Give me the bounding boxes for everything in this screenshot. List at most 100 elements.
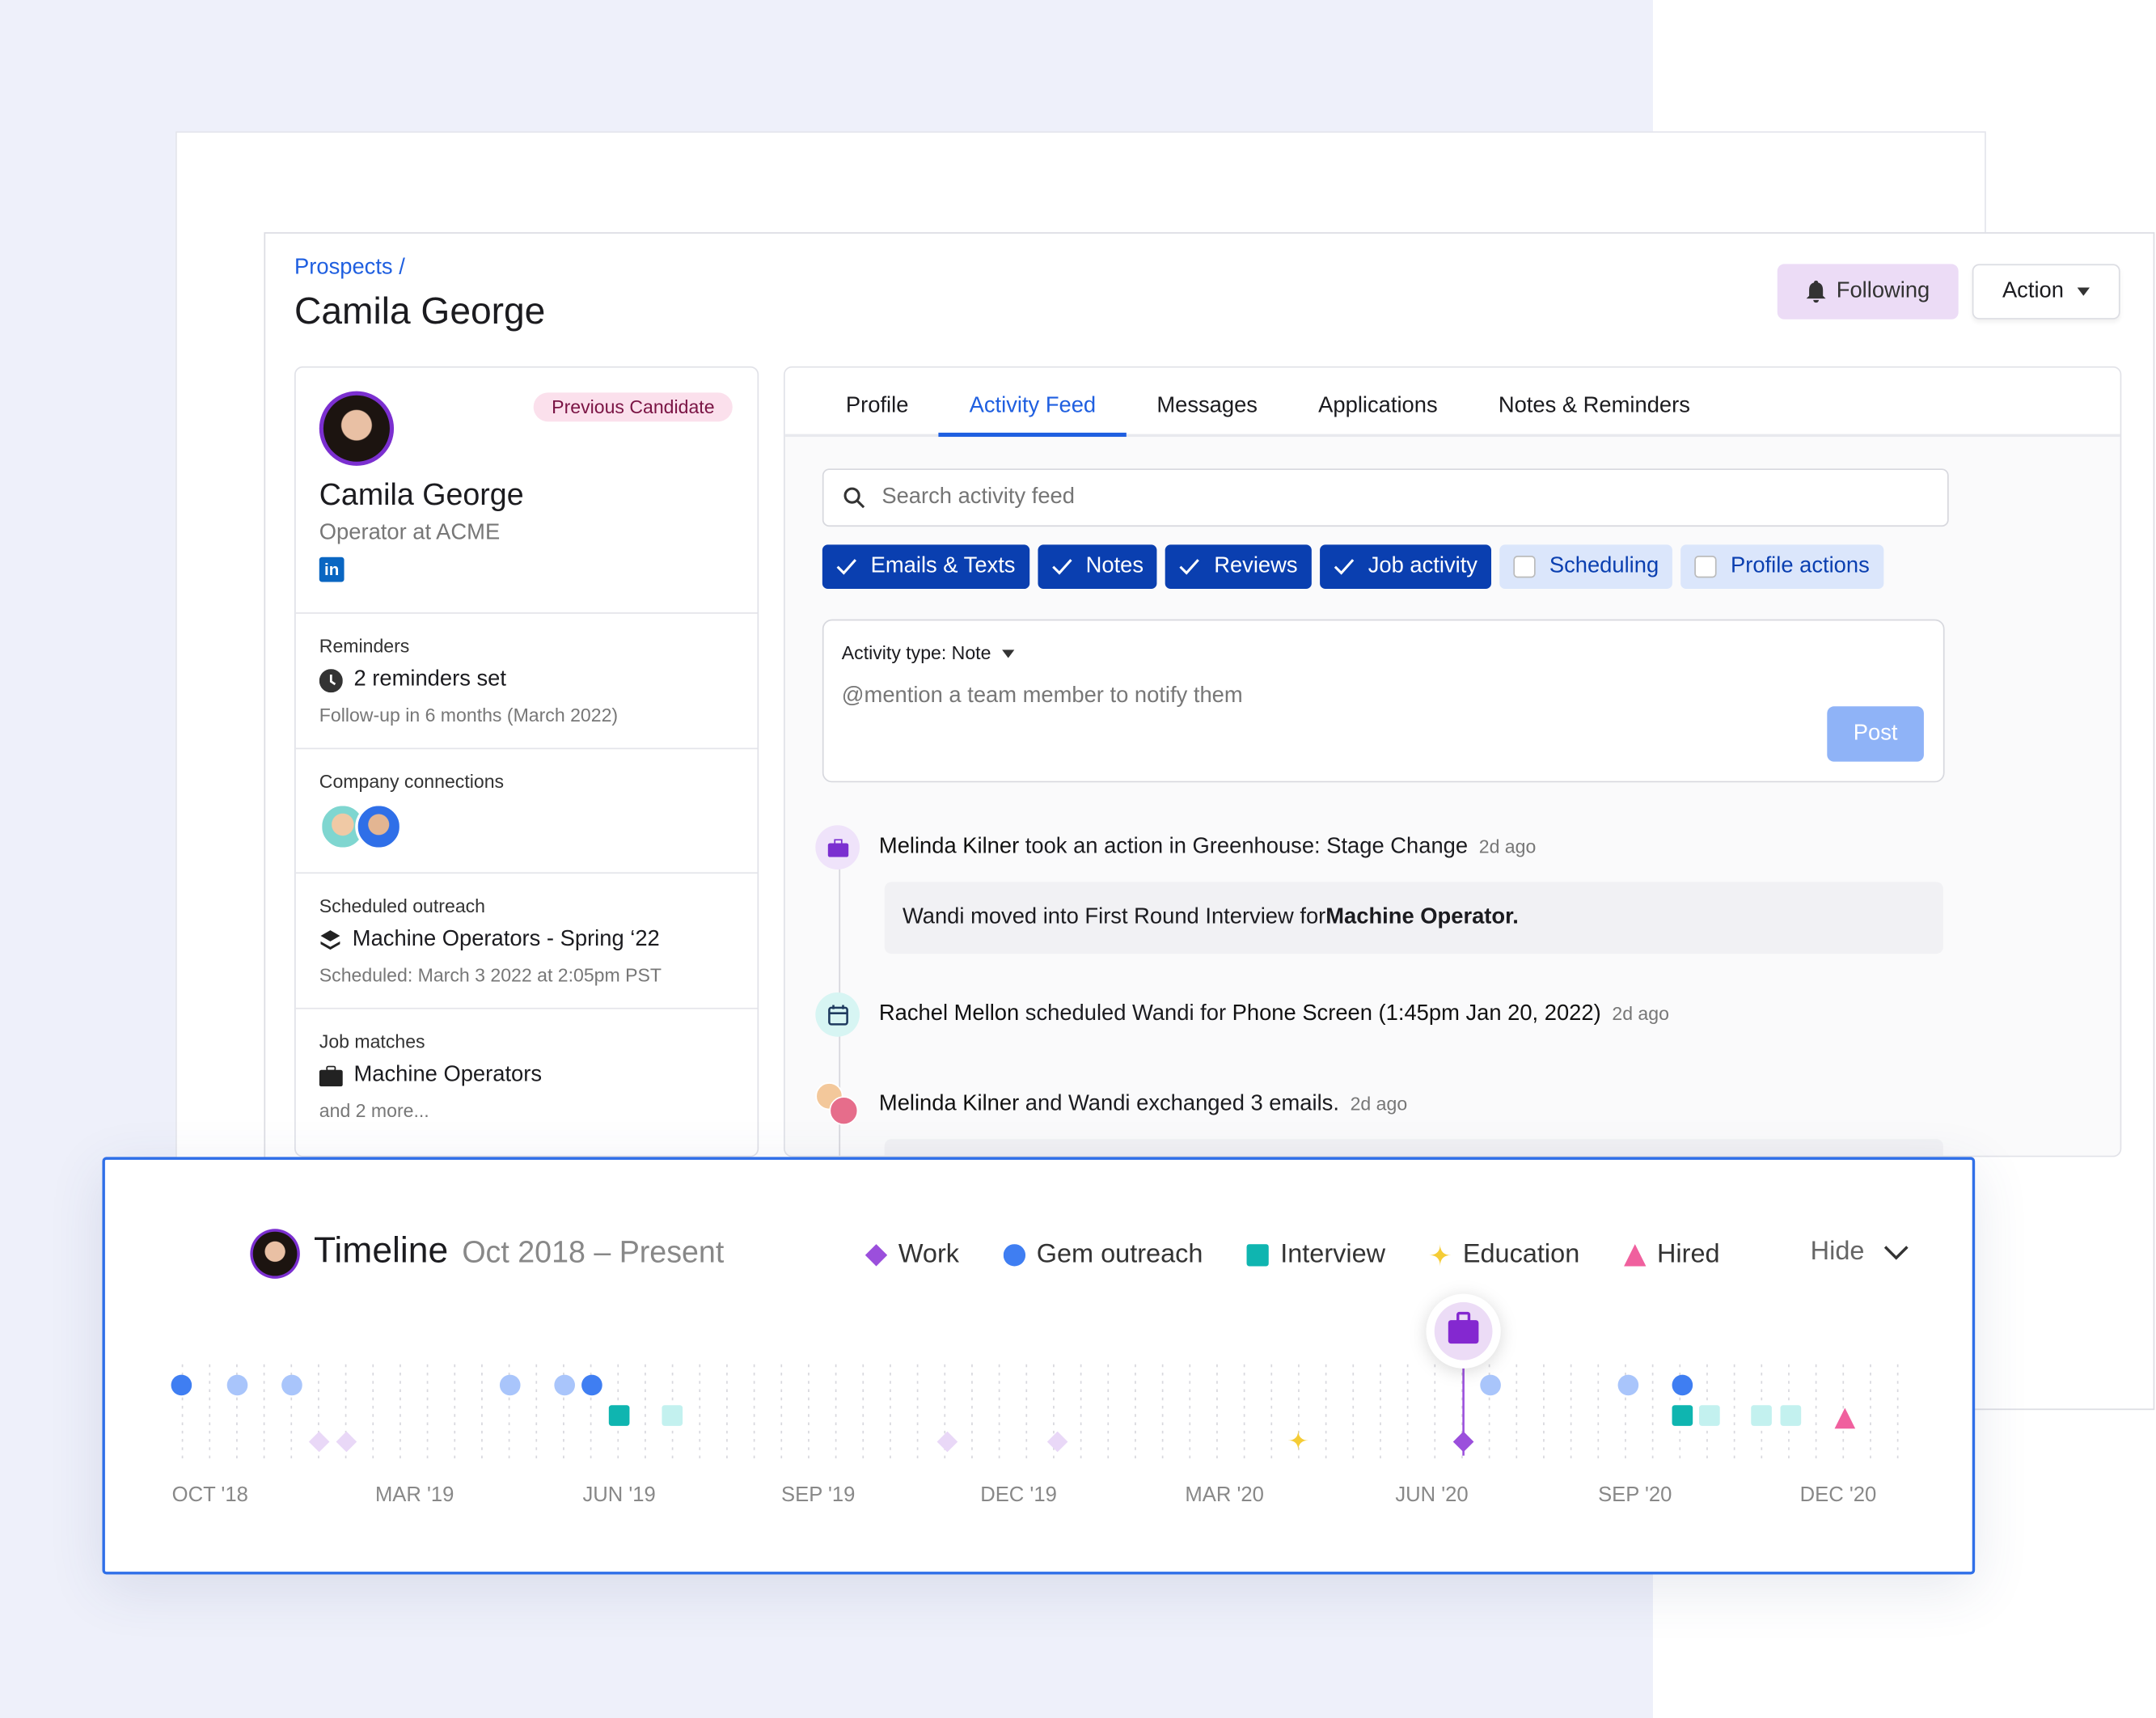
x-tick-label: SEP '20 (1598, 1483, 1672, 1506)
check-icon (836, 559, 857, 575)
reminders-section: Reminders 2 reminders set Follow-up in 6… (295, 612, 758, 747)
reminders-sub: Follow-up in 6 months (March 2022) (319, 705, 619, 726)
legend-item[interactable]: Interview (1247, 1240, 1385, 1271)
event-work[interactable] (936, 1431, 958, 1453)
briefcase-icon (1448, 1320, 1479, 1344)
event-work[interactable] (1452, 1431, 1474, 1453)
x-tick-label: DEC '20 (1800, 1483, 1877, 1506)
event-interview[interactable] (662, 1405, 683, 1426)
filter-chip[interactable]: Profile actions (1680, 544, 1883, 590)
event-work[interactable] (308, 1431, 330, 1453)
check-icon (1051, 559, 1072, 575)
event-gem-outreach[interactable] (226, 1374, 248, 1396)
outreach-label: Scheduled outreach (319, 895, 486, 917)
feed-actor[interactable]: Melinda Kilner (879, 1092, 1019, 1115)
square-icon (1247, 1244, 1270, 1267)
legend-item[interactable]: Hired (1623, 1240, 1720, 1271)
filter-chip[interactable]: Job activity (1319, 544, 1492, 590)
event-interview[interactable] (1672, 1405, 1693, 1426)
note-composer[interactable]: Activity type: Note @mention a team memb… (822, 619, 1945, 783)
filter-chip[interactable]: Reviews (1165, 544, 1312, 590)
legend-label: Interview (1280, 1239, 1386, 1269)
legend-label: Education (1462, 1239, 1580, 1269)
connection-avatar[interactable] (355, 802, 403, 851)
activity-type-label: Activity type: Note (841, 642, 991, 664)
following-label: Following (1836, 279, 1930, 303)
feed-detail: Wandi moved into First Round Interview f… (884, 882, 1943, 954)
event-gem-outreach[interactable] (1672, 1374, 1693, 1396)
event-hired[interactable] (1834, 1407, 1856, 1429)
x-tick-label: JUN '20 (1395, 1483, 1468, 1506)
post-button[interactable]: Post (1827, 706, 1924, 762)
triangle-icon (1623, 1244, 1647, 1267)
legend-label: Work (898, 1239, 960, 1269)
filter-chip[interactable]: Notes (1037, 544, 1158, 590)
jobs-value[interactable]: Machine Operators (354, 1063, 543, 1088)
tab-profile[interactable]: Profile (815, 368, 939, 434)
outreach-value[interactable]: Machine Operators - Spring ‘22 (353, 928, 660, 953)
search-box[interactable] (822, 468, 1949, 527)
timeline-range: Oct 2018 – Present (462, 1234, 725, 1269)
event-gem-outreach[interactable] (281, 1374, 302, 1396)
event-work[interactable] (1046, 1431, 1068, 1453)
search-input[interactable] (881, 485, 1850, 510)
legend-item[interactable]: Education (1429, 1239, 1580, 1271)
event-interview[interactable] (1751, 1405, 1772, 1426)
tab-activity-feed[interactable]: Activity Feed (939, 368, 1127, 438)
hide-timeline-button[interactable]: Hide (1811, 1238, 1909, 1268)
event-gem-outreach[interactable] (1480, 1374, 1501, 1396)
event-interview[interactable] (608, 1405, 630, 1426)
feed-item: Rachel Mellon scheduled Wandi for Phone … (815, 992, 1669, 1037)
x-tick-label: DEC '19 (980, 1483, 1057, 1506)
candidate-name: Camila George (319, 476, 524, 512)
feed-detail (884, 1139, 1943, 1156)
outreach-sub: Scheduled: March 3 2022 at 2:05pm PST (319, 964, 662, 986)
caret-down-icon (2078, 287, 2090, 296)
circle-icon (1003, 1244, 1026, 1267)
legend-item[interactable]: Gem outreach (1003, 1239, 1203, 1271)
tab-messages[interactable]: Messages (1127, 368, 1288, 434)
filter-chip[interactable]: Scheduling (1499, 544, 1673, 590)
note-input[interactable]: @mention a team member to notify them (842, 684, 1243, 709)
jobs-sub[interactable]: and 2 more... (319, 1100, 734, 1121)
event-interview[interactable] (1780, 1405, 1802, 1426)
event-gem-outreach[interactable] (499, 1374, 521, 1396)
legend-label: Gem outreach (1036, 1239, 1203, 1269)
tab-notes-reminders[interactable]: Notes & Reminders (1468, 368, 1720, 434)
feed-item: Melinda Kilner took an action in Greenho… (815, 825, 1536, 870)
event-interview[interactable] (1699, 1405, 1720, 1426)
timeline-title: Timeline (313, 1229, 449, 1271)
activity-type-dropdown[interactable]: Activity type: Note (841, 642, 1015, 664)
feed-actor[interactable]: Melinda Kilner (879, 835, 1019, 858)
reminders-label: Reminders (319, 636, 410, 657)
detail-job[interactable]: Machine Operator. (1325, 905, 1519, 930)
filter-label: Emails & Texts (870, 554, 1016, 578)
filter-label: Notes (1085, 554, 1144, 578)
participants-avatars (815, 1082, 860, 1127)
clock-icon (319, 668, 343, 692)
layers-icon (320, 930, 340, 950)
x-tick-label: SEP '19 (781, 1483, 855, 1506)
event-gem-outreach[interactable] (581, 1374, 602, 1396)
tab-applications[interactable]: Applications (1288, 368, 1469, 434)
filter-chip[interactable]: Emails & Texts (822, 544, 1029, 590)
caret-down-icon (1002, 649, 1015, 658)
action-dropdown[interactable]: Action (1972, 264, 2120, 319)
event-education[interactable] (1287, 1429, 1309, 1451)
feed-actor[interactable]: Rachel Mellon (879, 1002, 1019, 1026)
linkedin-icon[interactable]: in (319, 556, 345, 582)
checkbox[interactable] (1513, 556, 1536, 578)
event-gem-outreach[interactable] (554, 1374, 576, 1396)
breadcrumb-prospects[interactable]: Prospects / (294, 256, 405, 281)
following-button[interactable]: Following (1777, 264, 1959, 319)
event-gem-outreach[interactable] (171, 1374, 192, 1396)
x-tick-label: MAR '19 (375, 1483, 454, 1506)
legend-item[interactable]: Work (865, 1240, 959, 1271)
event-work[interactable] (336, 1431, 357, 1453)
checkbox[interactable] (1694, 556, 1717, 578)
feed-event[interactable]: Phone Screen (1:45pm Jan 20, 2022) (1232, 1002, 1601, 1026)
outreach-section: Scheduled outreach Machine Operators - S… (295, 872, 758, 1007)
reminders-value[interactable]: 2 reminders set (354, 667, 506, 692)
bell-icon (1806, 280, 1826, 303)
event-gem-outreach[interactable] (1617, 1374, 1639, 1396)
